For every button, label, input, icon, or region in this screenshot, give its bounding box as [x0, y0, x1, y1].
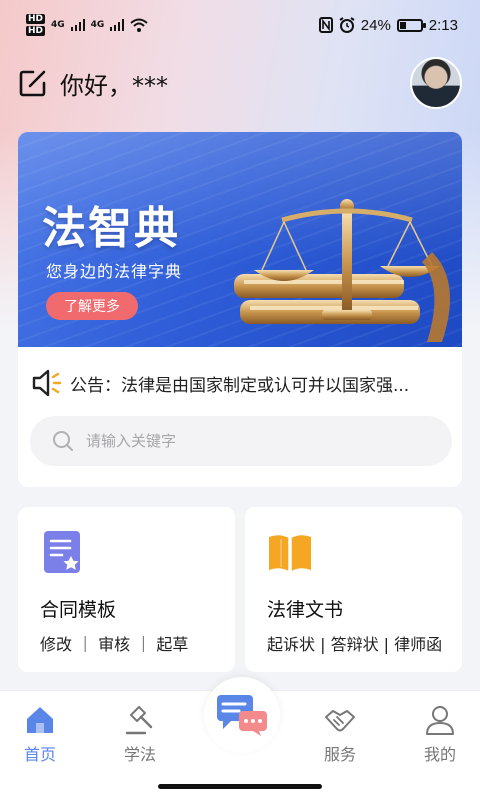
- search-bar[interactable]: [30, 416, 452, 466]
- status-bar: HD HD 4G 4G 24% 2:13: [0, 0, 480, 50]
- nav-label: 我的: [423, 745, 456, 764]
- feature-title: 合同模板: [40, 599, 117, 621]
- nav-item-consult[interactable]: [204, 677, 280, 753]
- banner-title: 法智典: [42, 203, 180, 254]
- alarm-icon: [339, 17, 355, 33]
- battery-icon: [396, 18, 426, 32]
- nav-item-profile[interactable]: 我的: [400, 703, 480, 765]
- signal-bars-icon: [110, 19, 125, 31]
- home-icon: [27, 707, 53, 733]
- nav-label: 服务: [323, 745, 356, 764]
- open-book-icon: [269, 535, 311, 571]
- main-card: 法智典 您身边的法律字典 了解更多 公告：法律是由国家制定或认可并以国家强...…: [18, 132, 462, 487]
- nav-item-services[interactable]: 服务: [300, 703, 380, 765]
- speaker-icon: [32, 369, 62, 397]
- announcement-bar[interactable]: 公告：法律是由国家制定或认可并以国家强...: [30, 368, 455, 398]
- hd-badge: HD: [26, 14, 46, 24]
- battery-percent: 24%: [360, 16, 391, 34]
- feature-subtitle: 起诉状 | 答辩状 | 律师函: [267, 635, 443, 654]
- legal-documents-card[interactable]: 法律文书 起诉状 | 答辩状 | 律师函: [245, 507, 462, 672]
- system-indicators: 24% 2:13: [318, 16, 458, 34]
- chat-icon: [217, 695, 267, 736]
- signal-indicators: HD HD 4G 4G: [26, 13, 148, 37]
- gavel-icon: [125, 706, 153, 735]
- document-star-icon: [44, 531, 80, 573]
- signal-bars-icon: [70, 19, 85, 31]
- announcement-text: 公告：法律是由国家制定或认可并以国家强...: [70, 375, 410, 396]
- signal-label: 4G: [51, 20, 65, 30]
- header: 你好，***: [0, 55, 480, 111]
- banner-subtitle: 您身边的法律字典: [46, 262, 183, 281]
- nav-label: 首页: [23, 745, 56, 764]
- feature-subtitle: 修改 ｜ 审核 ｜ 起草: [40, 635, 189, 654]
- handshake-icon: [325, 710, 355, 732]
- hd-badge: HD: [26, 26, 46, 36]
- clock: 2:13: [428, 16, 458, 34]
- signal-label: 4G: [90, 20, 105, 30]
- greeting-text: 你好，***: [60, 71, 168, 100]
- search-icon: [53, 431, 73, 451]
- nfc-icon: [318, 17, 333, 33]
- edit-icon[interactable]: [18, 68, 48, 98]
- learn-more-button[interactable]: 了解更多: [46, 292, 138, 320]
- search-input[interactable]: [86, 432, 386, 450]
- wifi-icon: [130, 18, 148, 32]
- home-indicator: [158, 784, 322, 789]
- nav-label: 学法: [123, 745, 156, 764]
- contract-template-card[interactable]: 合同模板 修改 ｜ 审核 ｜ 起草: [18, 507, 235, 672]
- user-icon: [426, 706, 454, 735]
- promo-banner[interactable]: 法智典 您身边的法律字典 了解更多: [18, 132, 462, 347]
- hd-badges: HD HD: [26, 13, 46, 37]
- nav-item-study-law[interactable]: 学法: [100, 703, 180, 765]
- justice-scale-icon: [234, 199, 450, 342]
- feature-title: 法律文书: [267, 599, 344, 621]
- avatar[interactable]: [410, 57, 462, 109]
- nav-item-home[interactable]: 首页: [0, 703, 80, 765]
